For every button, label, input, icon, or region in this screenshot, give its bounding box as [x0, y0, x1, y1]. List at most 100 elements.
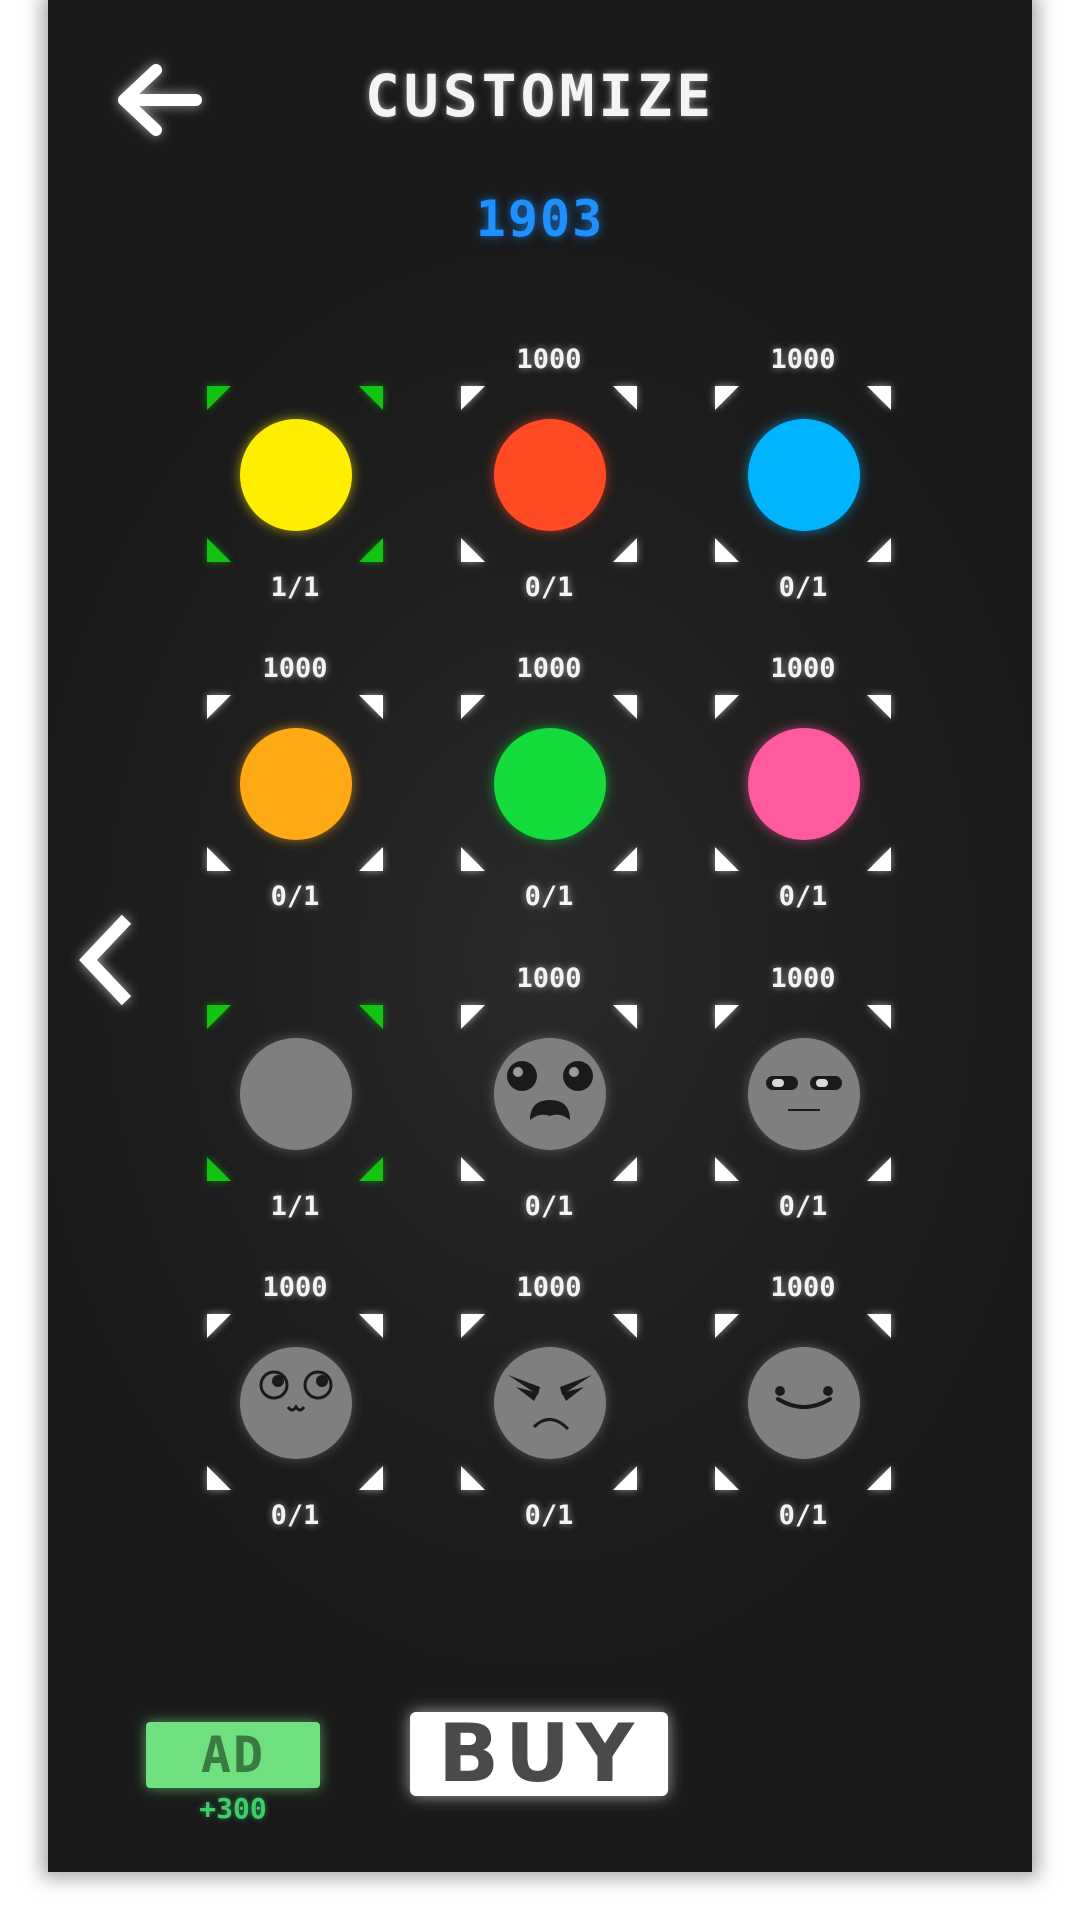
skin-grid: 1/1 1000 0/1 1000 0/1 1000 0/1 1000 0/1 1000 0/1 1/…: [48, 0, 1032, 1872]
skin-item-blue[interactable]: 1000 0/1: [703, 344, 903, 644]
skin-item-red[interactable]: 1000 0/1: [449, 344, 649, 644]
skin-owned-count: 0/1: [778, 881, 828, 912]
bored-face-ball: [748, 1038, 860, 1150]
frame-corner-bl: [461, 538, 485, 562]
skin-owned-count: 0/1: [524, 881, 574, 912]
frame-corner-bl: [207, 1157, 231, 1181]
color-ball: [748, 728, 860, 840]
cute-face-ball: [240, 1347, 352, 1459]
frame-corner-br: [359, 847, 383, 871]
skin-price: 1000: [262, 1272, 328, 1303]
skin-price: 1000: [770, 963, 836, 994]
skin-owned-count: 1/1: [270, 1191, 320, 1222]
frame-corner-br: [613, 1466, 637, 1490]
frame-corner-tl: [207, 1005, 231, 1029]
angry-face-icon: [508, 1375, 592, 1431]
frame-corner-tr: [613, 695, 637, 719]
frame-corner-tr: [867, 1314, 891, 1338]
frame-corner-tr: [613, 386, 637, 410]
skin-frame: [715, 1005, 891, 1181]
frame-corner-tr: [359, 695, 383, 719]
color-ball: [240, 1038, 352, 1150]
skin-item-angry-face[interactable]: 1000 0/1: [449, 1272, 649, 1572]
frame-corner-bl: [715, 847, 739, 871]
color-ball: [748, 419, 860, 531]
smile-face-icon: [775, 1386, 833, 1409]
frame-corner-tl: [715, 1314, 739, 1338]
skin-owned-count: 0/1: [778, 1191, 828, 1222]
frame-corner-tl: [715, 1005, 739, 1029]
skin-frame: [461, 1314, 637, 1490]
skin-owned-count: 0/1: [524, 1191, 574, 1222]
skin-frame: [715, 695, 891, 871]
color-ball: [240, 419, 352, 531]
color-ball: [494, 419, 606, 531]
color-ball: [494, 728, 606, 840]
skin-frame: [461, 695, 637, 871]
frame-corner-tl: [715, 695, 739, 719]
scared-face-icon: [507, 1061, 593, 1120]
frame-corner-bl: [207, 538, 231, 562]
frame-corner-tl: [207, 695, 231, 719]
bored-face-icon: [766, 1076, 842, 1111]
skin-item-green[interactable]: 1000 0/1: [449, 653, 649, 953]
frame-corner-tr: [359, 1005, 383, 1029]
skin-item-cute-face[interactable]: 1000 0/1: [195, 1272, 395, 1572]
skin-item-smile-face[interactable]: 1000 0/1: [703, 1272, 903, 1572]
smile-face-ball: [748, 1347, 860, 1459]
skin-frame: [207, 695, 383, 871]
buy-button-label: BUY: [438, 1707, 640, 1800]
frame-corner-br: [613, 538, 637, 562]
buy-button[interactable]: BUY: [410, 1712, 668, 1796]
frame-corner-tr: [359, 1314, 383, 1338]
frame-corner-tr: [613, 1314, 637, 1338]
frame-corner-tl: [715, 386, 739, 410]
previous-page-button[interactable]: [70, 910, 140, 1010]
skin-item-yellow[interactable]: 1/1: [195, 344, 395, 644]
frame-corner-tl: [461, 1005, 485, 1029]
skin-frame: [207, 1005, 383, 1181]
skin-frame: [715, 386, 891, 562]
frame-corner-tr: [613, 1005, 637, 1029]
frame-corner-br: [613, 1157, 637, 1181]
frame-corner-tl: [461, 386, 485, 410]
skin-item-plain-gray[interactable]: 1/1: [195, 963, 395, 1263]
skin-price: 1000: [262, 653, 328, 684]
skin-price: 1000: [516, 344, 582, 375]
watch-ad-button[interactable]: AD: [146, 1722, 320, 1788]
angry-face-ball: [494, 1347, 606, 1459]
frame-corner-br: [867, 847, 891, 871]
skin-item-scared-face[interactable]: 1000 0/1: [449, 963, 649, 1263]
color-ball: [240, 728, 352, 840]
frame-corner-bl: [715, 1466, 739, 1490]
frame-corner-tr: [867, 386, 891, 410]
skin-owned-count: 1/1: [270, 572, 320, 603]
frame-corner-bl: [207, 847, 231, 871]
skin-owned-count: 0/1: [778, 572, 828, 603]
skin-item-pink[interactable]: 1000 0/1: [703, 653, 903, 953]
scared-face-ball: [494, 1038, 606, 1150]
frame-corner-tl: [461, 695, 485, 719]
skin-frame: [207, 386, 383, 562]
skin-price: 1000: [770, 344, 836, 375]
frame-corner-bl: [715, 538, 739, 562]
frame-corner-bl: [461, 1157, 485, 1181]
skin-frame: [461, 386, 637, 562]
ad-reward-label: +300: [199, 1792, 267, 1825]
frame-corner-tr: [867, 695, 891, 719]
frame-corner-br: [867, 538, 891, 562]
frame-corner-bl: [715, 1157, 739, 1181]
skin-item-bored-face[interactable]: 1000 0/1: [703, 963, 903, 1263]
frame-corner-br: [359, 1466, 383, 1490]
skin-owned-count: 0/1: [778, 1500, 828, 1531]
frame-corner-bl: [461, 1466, 485, 1490]
frame-corner-br: [359, 538, 383, 562]
frame-corner-bl: [461, 847, 485, 871]
skin-price: 1000: [770, 1272, 836, 1303]
frame-corner-br: [359, 1157, 383, 1181]
frame-corner-tr: [867, 1005, 891, 1029]
skin-price: 1000: [516, 1272, 582, 1303]
skin-item-orange[interactable]: 1000 0/1: [195, 653, 395, 953]
frame-corner-tl: [207, 1314, 231, 1338]
frame-corner-br: [613, 847, 637, 871]
